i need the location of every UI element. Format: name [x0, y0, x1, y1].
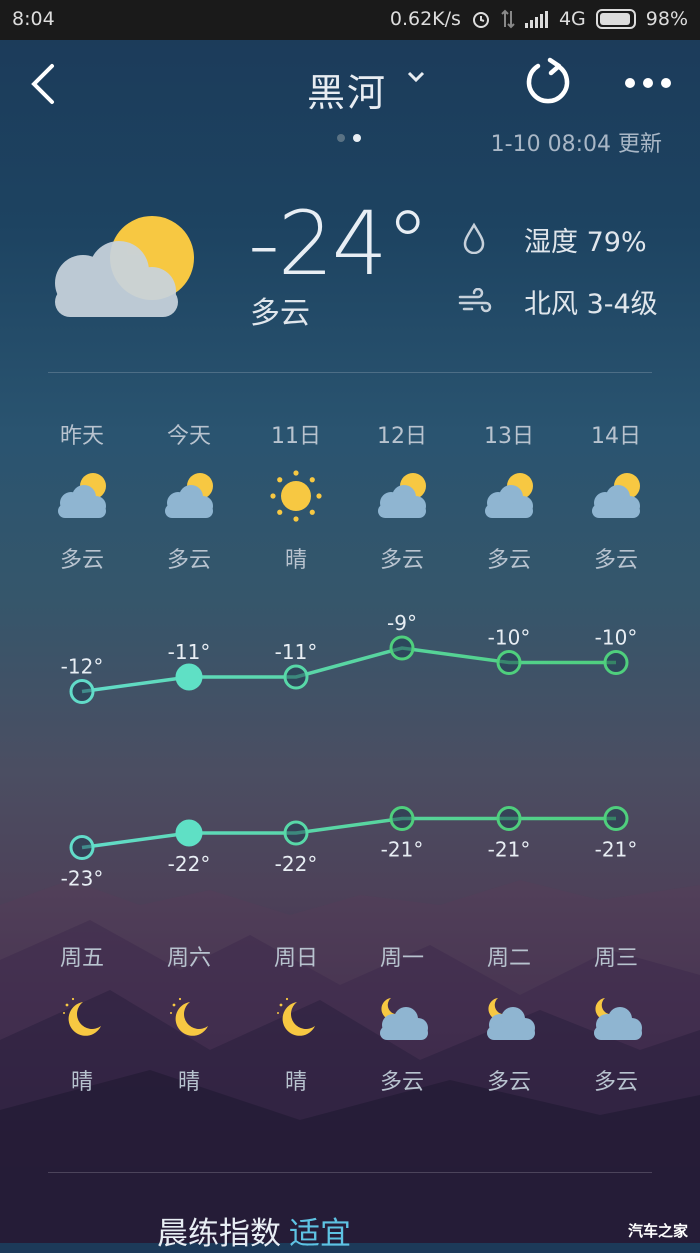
night-forecast-column[interactable]: 周一 多云: [349, 940, 455, 1096]
high-temperature-label: -9°: [387, 611, 417, 635]
low-temperature-point: [175, 819, 203, 847]
night-label: 周日: [273, 946, 318, 971]
night-label: 周六: [166, 946, 211, 971]
night-condition: 多云: [379, 1070, 424, 1095]
high-temperature-label: -11°: [275, 640, 318, 664]
high-temperature-point: [175, 663, 203, 691]
high-temperature-point: [389, 635, 415, 661]
high-temperature-label: -10°: [488, 626, 531, 650]
night-forecast-column[interactable]: 周六晴: [136, 940, 242, 1096]
night-condition: 晴: [284, 1070, 307, 1095]
moon-icon: [277, 997, 315, 1036]
watermark: 汽车之家: [627, 1222, 688, 1240]
partly-cloudy-night-icon: [380, 998, 428, 1040]
high-temperature-point: [603, 650, 629, 675]
low-temperature-label: -21°: [595, 838, 638, 862]
night-condition: 多云: [593, 1070, 638, 1095]
high-temperature-label: -12°: [61, 655, 104, 679]
moon-icon: [170, 997, 208, 1036]
low-temperature-point: [69, 835, 95, 860]
partly-cloudy-night-icon: [487, 998, 535, 1040]
low-temperature-point: [603, 806, 629, 831]
low-temperature-line: [81, 816, 616, 850]
night-forecast-column[interactable]: 周二 多云: [456, 940, 562, 1096]
night-label: 周五: [59, 946, 104, 971]
exercise-index-name: 晨练指数: [157, 1216, 281, 1252]
divider: [48, 1172, 652, 1173]
low-temperature-label: -21°: [488, 838, 531, 862]
night-forecast-column[interactable]: 周三 多云: [563, 940, 669, 1096]
high-temperature-point: [496, 650, 522, 675]
partly-cloudy-night-icon: [594, 998, 642, 1040]
exercise-index[interactable]: 晨练指数 适宜: [157, 1208, 351, 1253]
high-temperature-label: -11°: [168, 640, 211, 664]
low-temperature-label: -23°: [61, 867, 104, 891]
high-temperature-point: [69, 679, 95, 704]
temperature-chart: -12° -11° -11° -9° -10° -10° -23° -22° -22° -21° -…: [61, 611, 638, 891]
night-forecast-column[interactable]: 周日晴: [243, 940, 349, 1096]
low-temperature-point: [389, 806, 415, 831]
night-condition: 晴: [70, 1070, 93, 1095]
low-temperature-point: [283, 820, 309, 846]
night-forecast-column[interactable]: 周五晴: [29, 940, 135, 1096]
high-temperature-label: -10°: [595, 626, 638, 650]
high-temperature-line: [81, 646, 616, 694]
low-temperature-label: -22°: [275, 852, 318, 876]
night-label: 周三: [593, 946, 638, 971]
high-temperature-point: [283, 664, 309, 690]
low-temperature-label: -21°: [381, 838, 424, 862]
night-label: 周一: [379, 946, 424, 971]
exercise-index-value: 适宜: [289, 1216, 351, 1252]
low-temperature-point: [496, 806, 522, 831]
moon-icon: [63, 997, 101, 1036]
night-condition: 晴: [177, 1070, 200, 1095]
low-temperature-label: -22°: [168, 852, 211, 876]
night-condition: 多云: [486, 1070, 531, 1095]
night-label: 周二: [486, 946, 531, 971]
